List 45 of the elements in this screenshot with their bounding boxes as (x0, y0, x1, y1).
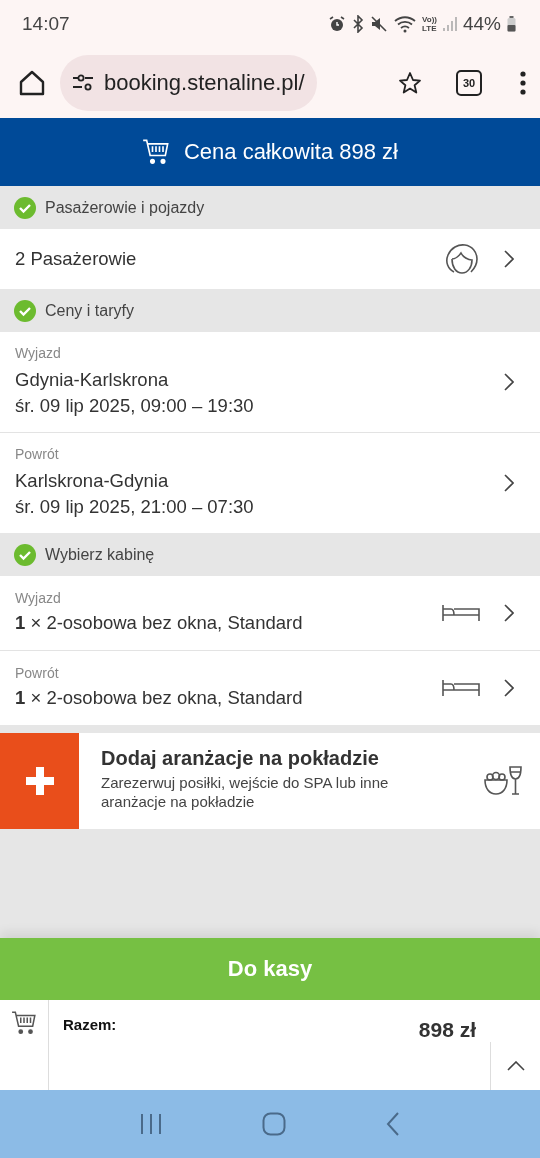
chevron-right-icon (504, 604, 514, 622)
wifi-icon (394, 15, 416, 33)
bed-icon (442, 604, 480, 622)
battery-icon (507, 16, 516, 32)
more-menu-icon[interactable] (520, 71, 526, 95)
section-title: Ceny i taryfy (45, 301, 134, 320)
food-and-drink-icon (484, 766, 522, 796)
bluetooth-icon (352, 15, 364, 33)
site-settings-icon (72, 74, 94, 92)
bed-icon (442, 679, 480, 697)
total-amount: 898 zł (418, 1018, 476, 1043)
recent-apps-icon[interactable] (140, 1113, 162, 1135)
section-title: Pasażerowie i pojazdy (45, 198, 205, 217)
mute-icon (370, 15, 388, 33)
trip-row[interactable]: Wyjazd Gdynia-Karlskrona śr. 09 lip 2025, 09:00 – 19:30 (0, 332, 540, 433)
tab-count-button[interactable]: 30 (456, 70, 482, 96)
home-icon[interactable] (18, 70, 46, 96)
chevron-right-icon (504, 679, 514, 697)
chevron-up-icon[interactable] (506, 1061, 525, 1071)
addon-description: Zarezerwuj posiłki, wejście do SPA lub inne aranżacje na pokładzie (101, 773, 390, 811)
back-icon[interactable] (386, 1112, 400, 1136)
cabin-row[interactable]: Powrót 1 × 2-osobowa bez okna, Standard (0, 651, 540, 725)
clock-time: 14:07 (22, 13, 71, 35)
cart-icon (142, 138, 170, 166)
total-price-title: Cena całkowita 898 zł (184, 139, 398, 165)
cabin-row[interactable]: Wyjazd 1 × 2-osobowa bez okna, Standard (0, 576, 540, 651)
addon-title[interactable]: Dodaj aranżacje na pokładzie (101, 747, 484, 770)
url-field[interactable]: booking.stenaline.pl/ (60, 55, 317, 111)
section-title: Wybierz kabinę (45, 545, 155, 564)
person-icon (444, 242, 480, 276)
total-label: Razem: (63, 1016, 117, 1035)
alarm-icon (328, 15, 346, 33)
battery-percent: 44% (462, 13, 501, 35)
add-button[interactable] (0, 733, 79, 829)
chevron-right-icon (504, 373, 514, 391)
plus-icon (24, 766, 55, 796)
passengers-row[interactable]: 2 Pasażerowie (0, 229, 540, 289)
chevron-right-icon (504, 474, 514, 492)
star-icon[interactable] (398, 71, 422, 95)
chevron-right-icon (504, 250, 514, 268)
home-button-icon[interactable] (262, 1112, 286, 1136)
cart-icon (11, 1010, 37, 1036)
trip-row[interactable]: Powrót Karlskrona-Gdynia śr. 09 lip 2025, 21:00 – 07:30 (0, 433, 540, 533)
volte-icon: Vo)) LTE (422, 15, 437, 33)
signal-icon (442, 16, 457, 32)
